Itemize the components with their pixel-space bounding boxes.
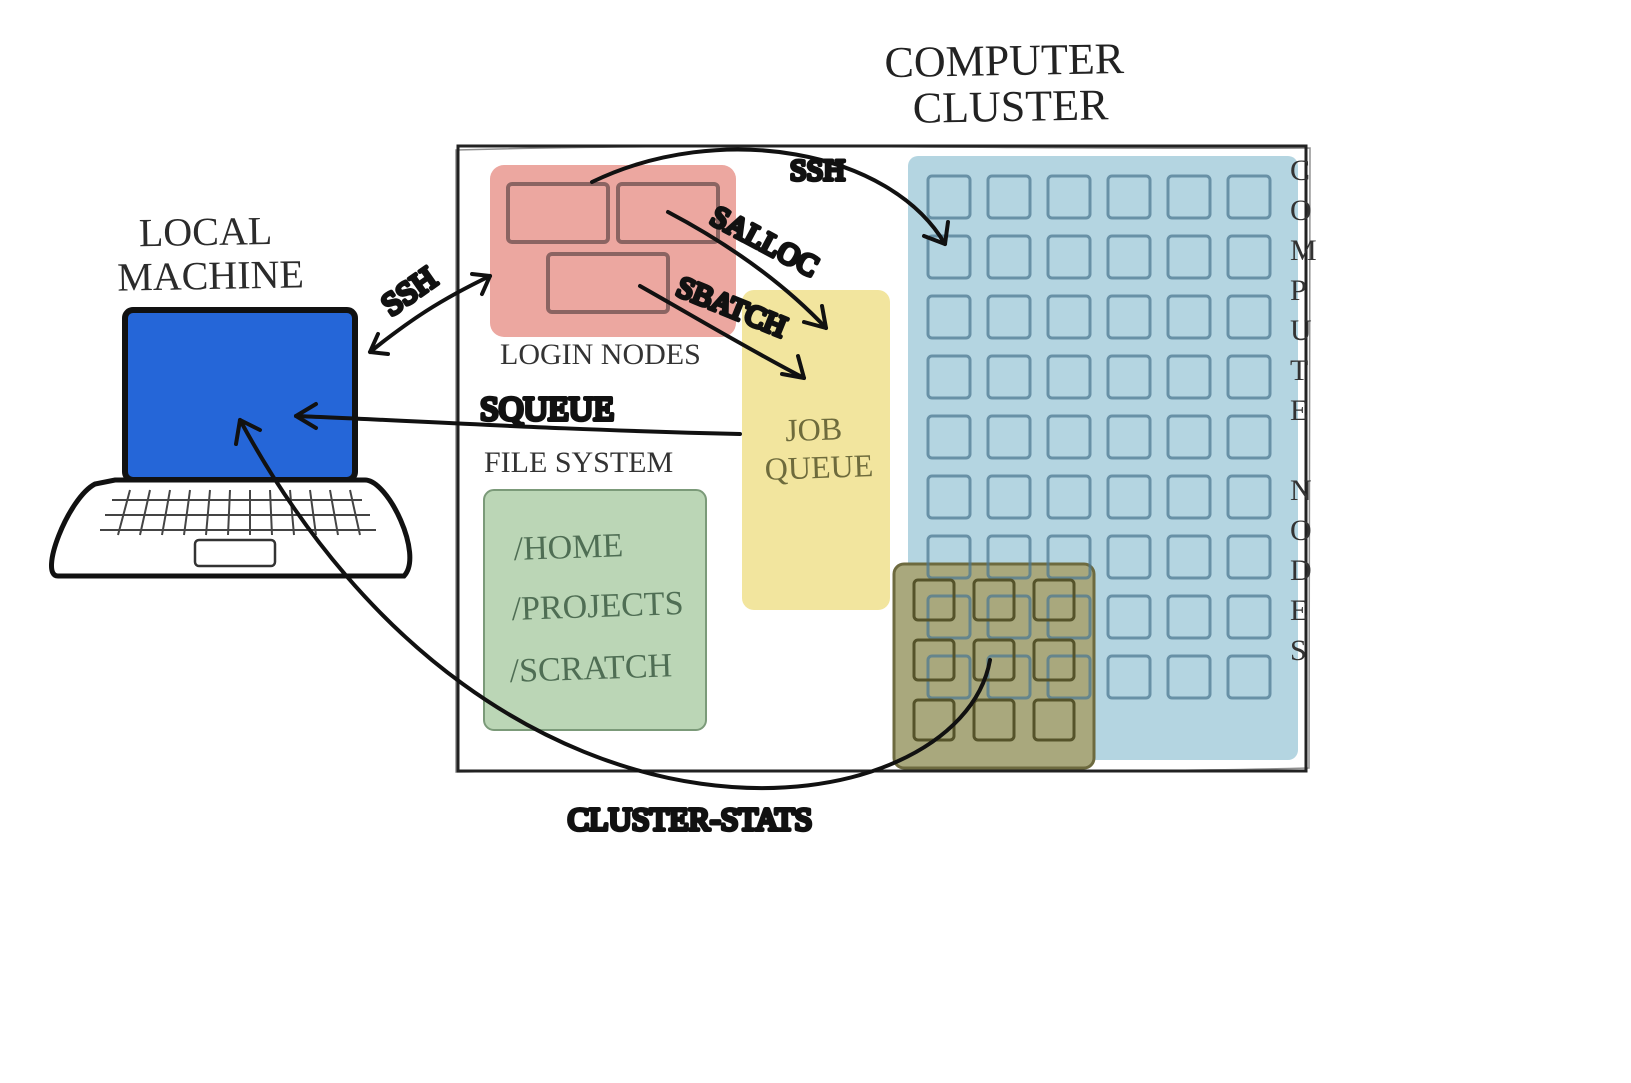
fs-projects: /PROJECTS	[511, 585, 684, 628]
compute-nodes: COMPUTE NODES	[894, 154, 1317, 768]
file-system-label: FILE SYSTEM	[484, 446, 673, 479]
cluster-title: COMPUTER CLUSTER	[884, 34, 1136, 133]
squeue-label: SQUEUE	[480, 391, 614, 428]
ssh-compute-label: SSH	[790, 154, 845, 187]
diagram-canvas: LOCAL MACHINE	[0, 0, 1631, 1083]
login-nodes: LOGIN NODES	[490, 165, 736, 371]
ssh-local-label: SSH	[374, 259, 443, 322]
fs-home: /HOME	[513, 527, 624, 568]
local-machine: LOCAL MACHINE	[51, 207, 409, 576]
fs-scratch: /SCRATCH	[509, 647, 673, 690]
file-system: FILE SYSTEM /HOME /PROJECTS /SCRATCH	[484, 446, 706, 730]
laptop-icon	[51, 310, 409, 576]
local-machine-label: LOCAL MACHINE	[116, 207, 304, 299]
cluster-stats-label: CLUSTER-STATS	[568, 801, 813, 837]
login-nodes-label: LOGIN NODES	[500, 338, 701, 371]
